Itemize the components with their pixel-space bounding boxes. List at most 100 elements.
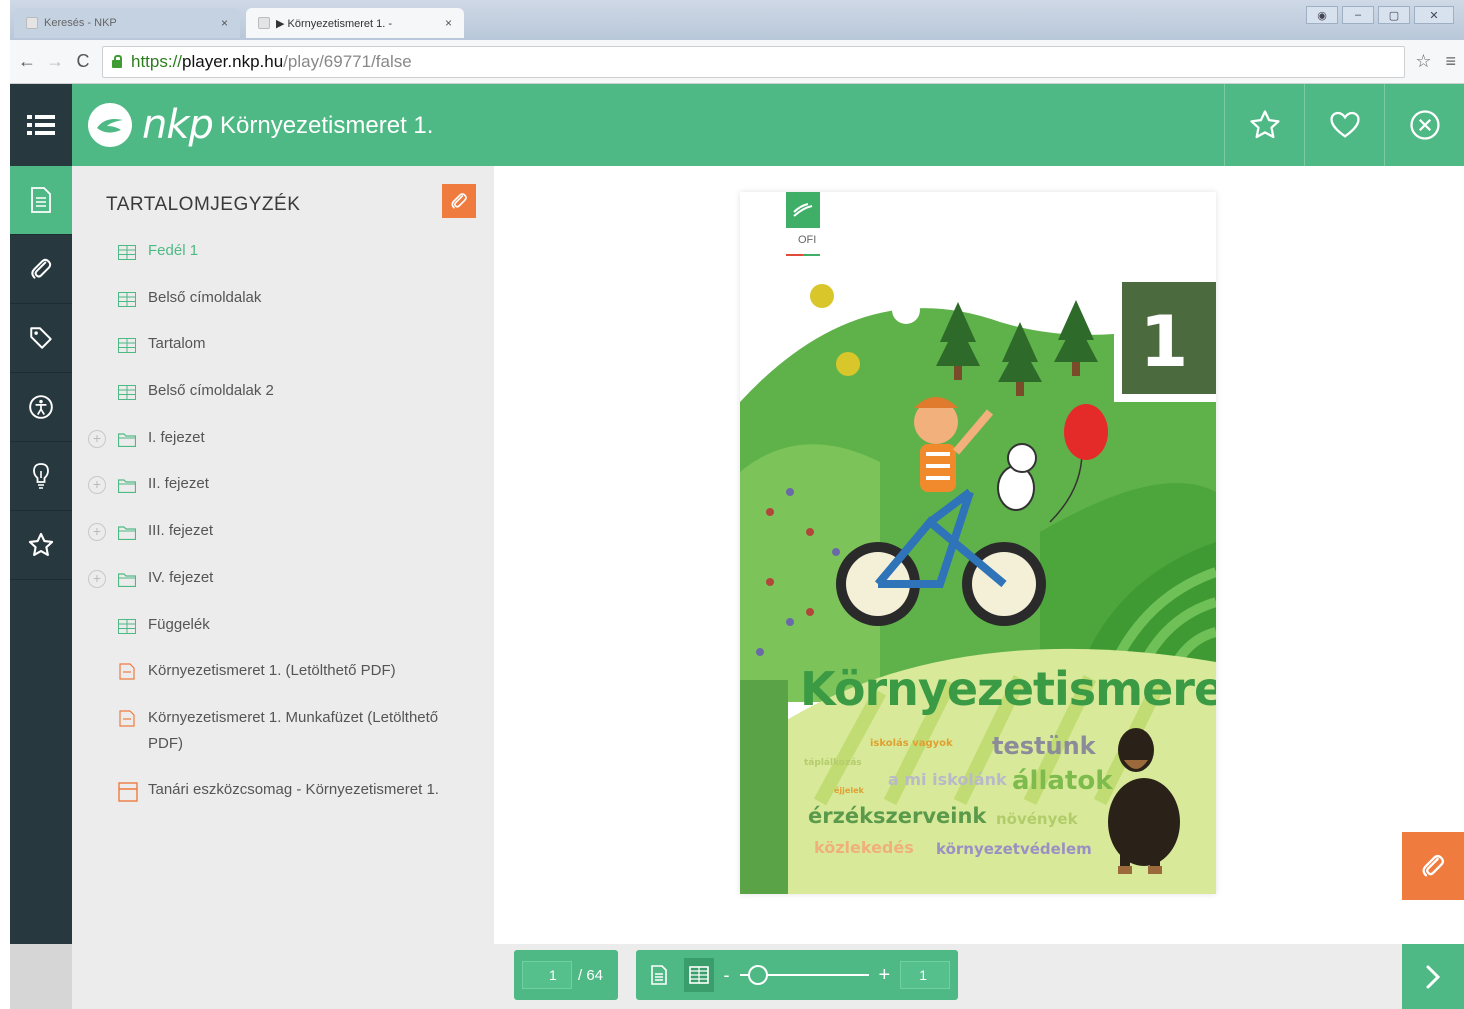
- zoom-slider[interactable]: [739, 965, 869, 985]
- reload-icon[interactable]: C: [74, 51, 92, 72]
- toc-panel: TARTALOMJEGYZÉK Fedél 1 Belső címoldalak T…: [72, 166, 494, 944]
- favicon-icon: [258, 17, 270, 29]
- browser-tabstrip: Keresés - NKP × ▶ Környezetismeret 1. - …: [10, 0, 1464, 40]
- bottom-rail-filler: [10, 944, 72, 1009]
- forward-icon[interactable]: →: [46, 51, 64, 72]
- toc-item[interactable]: Környezetismeret 1. Munkafüzet (Letölthe…: [72, 705, 494, 777]
- toc-item[interactable]: Tartalom: [72, 331, 494, 378]
- favorite-star-button[interactable]: [1224, 84, 1304, 166]
- grid-page-icon: [118, 336, 136, 354]
- page-number-input[interactable]: 1: [522, 961, 572, 989]
- grid-page-icon: [118, 243, 136, 260]
- maximize-icon[interactable]: ▢: [1378, 6, 1410, 24]
- address-bar: ← → C https:// player.nkp.hu /play/69771…: [10, 40, 1464, 84]
- paperclip-icon: [31, 258, 52, 279]
- window-controls: ◉ – ▢ ✕: [1306, 6, 1454, 24]
- cover-word: a mi iskolánk: [888, 770, 1007, 789]
- grid-view-icon: [688, 966, 709, 984]
- back-icon[interactable]: ←: [18, 51, 36, 72]
- star-icon: [1249, 110, 1280, 139]
- paperclip-icon: [1422, 854, 1445, 877]
- zoom-out-button[interactable]: -: [724, 965, 730, 986]
- toc-item[interactable]: Függelék: [72, 612, 494, 659]
- toc-item[interactable]: Környezetismeret 1. (Letölthető PDF): [72, 658, 494, 705]
- browser-tab-search[interactable]: Keresés - NKP ×: [14, 8, 240, 38]
- grid-view-button[interactable]: [683, 958, 714, 992]
- toc-item-label: Függelék: [148, 615, 210, 633]
- expand-icon[interactable]: +: [88, 569, 106, 588]
- side-rail: [10, 166, 78, 944]
- close-circle-icon: [1409, 110, 1440, 140]
- user-icon[interactable]: ◉: [1306, 6, 1338, 24]
- logo-text: nkp: [142, 102, 214, 148]
- pdf-icon: [118, 663, 136, 680]
- expand-icon[interactable]: +: [88, 476, 106, 495]
- toc-item[interactable]: + III. fejezet: [72, 518, 494, 565]
- publisher-label: OFI: [798, 234, 817, 246]
- menu-button[interactable]: [10, 84, 72, 166]
- cover-word: érzékszerveink: [808, 804, 987, 828]
- tab-close-icon[interactable]: ×: [221, 16, 228, 30]
- book-cover: OFI 1 Környezetismeret iskolás vagyok te…: [740, 192, 1216, 894]
- logo-mark-icon: [88, 103, 132, 147]
- star-icon: [28, 532, 54, 556]
- rail-item-toc[interactable]: [10, 166, 78, 235]
- rail-item-tags[interactable]: [10, 304, 72, 373]
- cover-word: növények: [996, 810, 1078, 828]
- browser-menu-icon[interactable]: ≡: [1445, 51, 1456, 72]
- cover-word: táplálkozás: [804, 758, 862, 768]
- expand-icon[interactable]: +: [88, 523, 106, 542]
- url-input[interactable]: https:// player.nkp.hu /play/69771/false: [102, 45, 1406, 78]
- page-viewer: OFI 1 Környezetismeret iskolás vagyok te…: [494, 166, 1464, 944]
- close-player-button[interactable]: [1384, 84, 1464, 166]
- folder-icon: [117, 570, 137, 587]
- toc-attach-button[interactable]: [442, 184, 476, 218]
- toc-title: TARTALOMJEGYZÉK: [106, 194, 301, 215]
- toc-item-label: IV. fejezet: [148, 568, 214, 586]
- toc-item-label: I. fejezet: [148, 428, 205, 446]
- toc-item[interactable]: Fedél 1: [72, 238, 494, 285]
- tab-close-icon[interactable]: ×: [445, 16, 452, 30]
- toc-item[interactable]: + I. fejezet: [72, 425, 494, 472]
- cover-word: közlekedés: [814, 838, 914, 857]
- rail-item-ideas[interactable]: [10, 442, 72, 511]
- toc-item[interactable]: Tanári eszközcsomag - Környezetismeret 1…: [72, 777, 494, 824]
- toc-item[interactable]: Belső címoldalak 2: [72, 378, 494, 425]
- zoom-slider-handle[interactable]: [747, 965, 768, 985]
- page-navigator: 1 / 64: [514, 950, 618, 1000]
- toc-item-label: Tartalom: [148, 335, 206, 353]
- single-page-view-button[interactable]: [644, 958, 674, 992]
- cover-title: Környezetismeret: [800, 662, 1216, 716]
- bookmark-star-icon[interactable]: ☆: [1415, 51, 1431, 72]
- toc-item-label: Tanári eszközcsomag - Környezetismeret 1…: [148, 780, 439, 798]
- toc-item[interactable]: + II. fejezet: [72, 471, 494, 518]
- toc-list: Fedél 1 Belső címoldalak Tartalom Belső cím…: [72, 238, 494, 824]
- zoom-level-input[interactable]: 1: [900, 961, 950, 989]
- grid-page-icon: [118, 290, 136, 307]
- toc-item-label: Fedél 1: [148, 242, 199, 259]
- toc-item[interactable]: Belső címoldalak: [72, 285, 494, 332]
- lock-icon: [111, 54, 123, 69]
- like-button[interactable]: [1304, 84, 1384, 166]
- folder-icon: [117, 523, 137, 541]
- rail-item-accessibility[interactable]: [10, 373, 72, 442]
- expand-icon[interactable]: +: [88, 429, 106, 448]
- rail-item-attachments[interactable]: [10, 235, 72, 304]
- cover-word: környezetvédelem: [936, 840, 1092, 858]
- minimize-icon[interactable]: –: [1342, 6, 1374, 24]
- next-page-button[interactable]: [1402, 944, 1464, 1009]
- favicon-icon: [26, 17, 38, 29]
- toc-item-label: Környezetismeret 1. Munkafüzet (Letölthe…: [148, 708, 439, 752]
- grid-page-icon: [118, 617, 136, 634]
- attach-floating-button[interactable]: [1402, 832, 1464, 900]
- url-host: player.nkp.hu: [182, 51, 284, 71]
- cover-word: iskolás vagyok: [870, 738, 953, 749]
- zoom-in-button[interactable]: +: [879, 964, 891, 987]
- browser-tab-player[interactable]: ▶ Környezetismeret 1. - ×: [246, 8, 464, 38]
- cover-word: állatok: [1012, 766, 1113, 796]
- cover-header: OFI: [740, 192, 1216, 292]
- toc-item[interactable]: + IV. fejezet: [72, 565, 494, 612]
- nkp-logo[interactable]: nkp: [88, 102, 214, 148]
- window-close-icon[interactable]: ✕: [1414, 6, 1454, 24]
- rail-item-favorites[interactable]: [10, 511, 72, 580]
